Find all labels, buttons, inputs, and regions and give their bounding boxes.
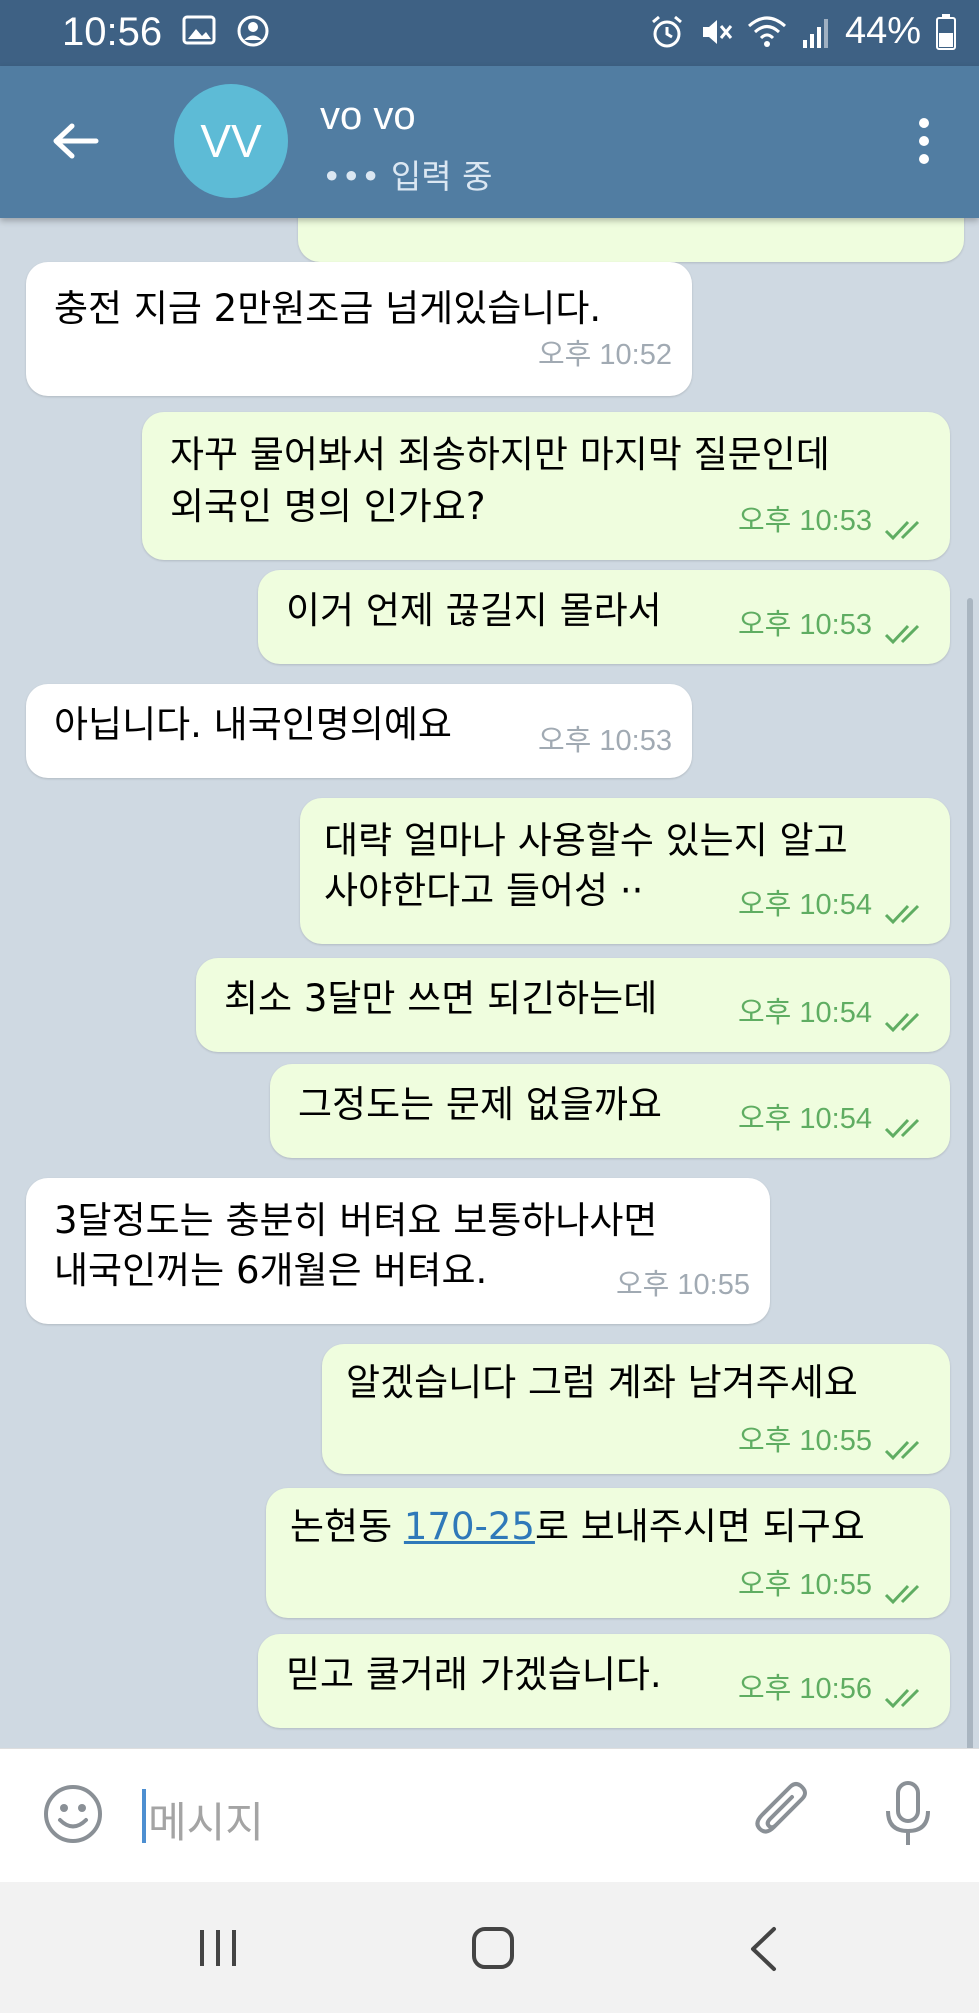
message-text-suffix: 로 보내주시면 되구요 [534,1505,865,1548]
message-text-line: 대략 얼마나 사용할수 있는지 알고 [324,819,848,862]
account-icon [237,15,269,47]
message-time: 오후 10:55 [616,1269,750,1301]
gallery-icon [182,15,216,45]
read-check-icon [884,904,920,925]
message-time: 오후 10:54 [738,889,872,921]
message-bubble-incoming[interactable]: 아닙니다. 내국인명의예요 오후 10:53 [26,684,692,778]
message-bubble-incoming[interactable]: 3달정도는 충분히 버텨요 보통하나사면 내국인꺼는 6개월은 버텨요. 오후 … [26,1178,770,1324]
message-bubble-outgoing[interactable]: 그정도는 문제 없을까요 오후 10:54 [270,1064,950,1158]
message-bubble-outgoing[interactable]: 대략 얼마나 사용할수 있는지 알고 사야한다고 들어성 ·· 오후 10:54 [300,798,950,944]
signal-icon [802,18,828,48]
status-bar: 10:56 44% [0,0,979,66]
address-link[interactable]: 170-25 [404,1505,535,1548]
attach-icon[interactable] [752,1781,814,1847]
message-bubble-outgoing[interactable]: 논현동 170-25로 보내주시면 되구요 오후 10:55 [266,1488,950,1618]
read-check-icon [884,1584,920,1605]
message-time: 오후 10:52 [538,339,672,371]
message-bubble-outgoing[interactable]: 알겠습니다 그럼 계좌 남겨주세요 오후 10:55 [322,1344,950,1474]
status-right: 44% [649,10,957,53]
message-text-line: 자꾸 물어봐서 죄송하지만 마지막 질문인데 [170,433,830,476]
recent-apps-icon[interactable] [196,1926,240,1970]
message-text: 충전 지금 2만원조금 넘게있습니다. [54,287,602,330]
message-bubble-outgoing[interactable]: 이거 언제 끊길지 몰라서 오후 10:53 [258,570,950,664]
emoji-icon[interactable] [42,1783,104,1845]
message-time: 오후 10:53 [738,609,872,641]
read-check-icon [884,1688,920,1709]
mute-icon [702,19,733,44]
scrollbar[interactable] [967,598,973,1748]
typing-status: ••• 입력 중 [322,157,493,196]
chat-title[interactable]: vo vo [320,94,416,139]
message-text: 아닙니다. 내국인명의예요 [54,703,452,746]
message-time: 오후 10:56 [738,1673,872,1705]
nav-back-icon[interactable] [748,1926,778,1972]
message-time: 오후 10:55 [738,1569,872,1601]
message-text: 믿고 쿨거래 가겠습니다. [286,1653,662,1696]
message-text: 그정도는 문제 없을까요 [298,1083,662,1126]
message-text: 이거 언제 끊길지 몰라서 [286,589,662,632]
message-bubble-outgoing[interactable]: 믿고 쿨거래 가겠습니다. 오후 10:56 [258,1634,950,1728]
message-input[interactable]: 메시지 [148,1789,264,1850]
message-text-line: 외국인 명의 인가요? [170,485,486,528]
read-check-icon [884,520,920,541]
message-text-line: 사야한다고 들어성 ·· [324,869,644,912]
chat-header: VV vo vo ••• 입력 중 [0,66,979,218]
message-text: 알겠습니다 그럼 계좌 남겨주세요 [346,1361,858,1404]
home-icon[interactable] [471,1926,515,1970]
system-nav-bar [0,1882,979,2013]
message-time: 오후 10:53 [738,505,872,537]
mic-icon[interactable] [880,1779,936,1849]
back-arrow-icon[interactable] [50,116,100,166]
text-cursor [142,1789,146,1843]
message-bubble-outgoing[interactable]: 최소 3달만 쓰면 되긴하는데 오후 10:54 [196,958,950,1052]
status-time: 10:56 [62,10,163,54]
message-time: 오후 10:55 [738,1425,872,1457]
more-vert-icon[interactable] [919,118,931,164]
read-check-icon [884,1440,920,1461]
message-bubble-outgoing[interactable]: 자꾸 물어봐서 죄송하지만 마지막 질문인데 외국인 명의 인가요? 오후 10… [142,412,950,560]
read-check-icon [884,1118,920,1139]
message-text: 논현동 170-25로 보내주시면 되구요 [290,1502,865,1552]
avatar[interactable]: VV [174,84,288,198]
message-time: 오후 10:53 [538,725,672,757]
message-list[interactable]: 충전 지금 2만원조금 넘게있습니다. 오후 10:52 자꾸 물어봐서 죄송하… [0,218,979,1748]
message-time: 오후 10:54 [738,997,872,1029]
message-bubble-incoming[interactable]: 충전 지금 2만원조금 넘게있습니다. 오후 10:52 [26,262,692,396]
message-time: 오후 10:54 [738,1103,872,1135]
partial-message-bubble [298,218,964,262]
message-text-line: 내국인꺼는 6개월은 버텨요. [54,1249,488,1292]
message-text-prefix: 논현동 [290,1505,404,1548]
wifi-icon [747,16,786,47]
message-text-line: 3달정도는 충분히 버텨요 보통하나사면 [54,1199,658,1242]
read-check-icon [884,624,920,645]
battery-icon [936,13,956,50]
battery-percent: 44% [844,10,921,52]
read-check-icon [884,1012,920,1033]
message-input-bar: 메시지 [0,1748,979,1883]
alarm-icon [651,15,682,47]
message-text: 최소 3달만 쓰면 되긴하는데 [224,977,658,1020]
